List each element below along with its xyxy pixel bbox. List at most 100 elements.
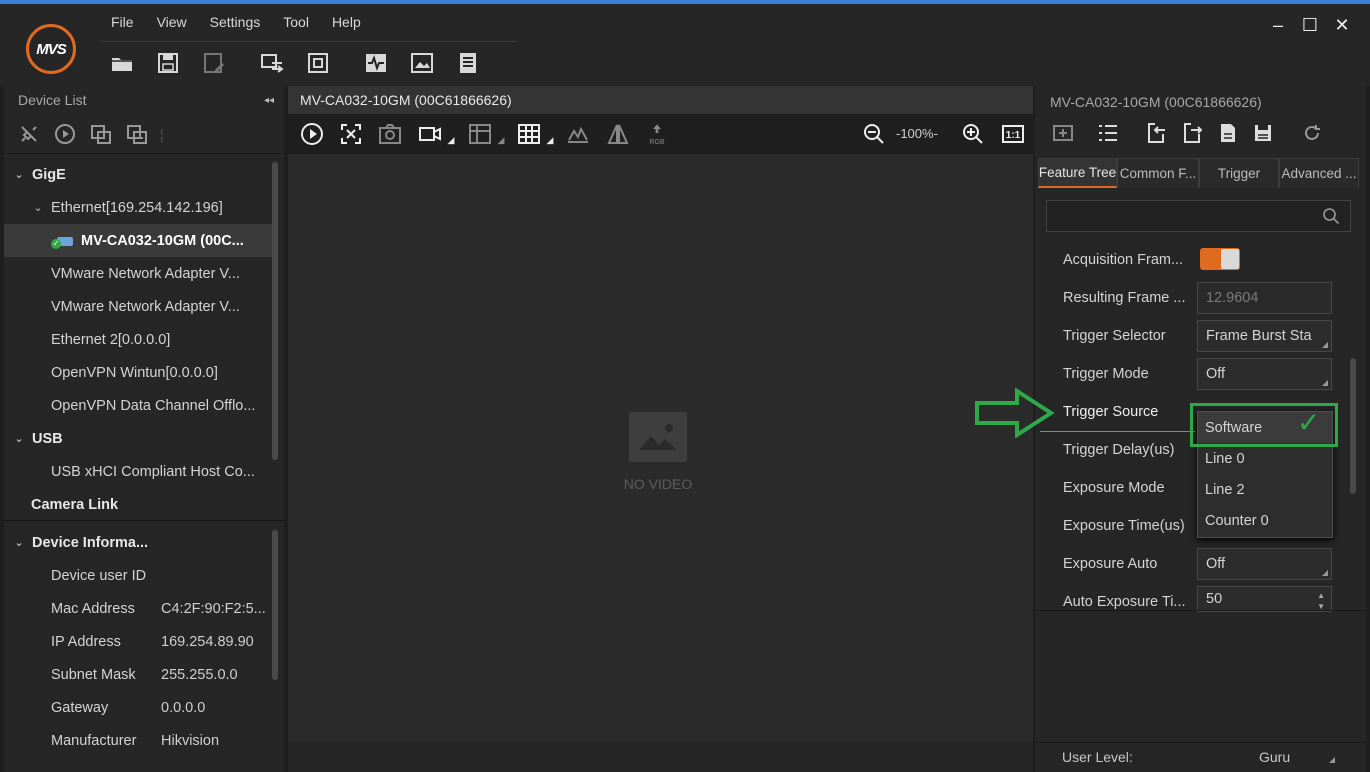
- camera-connected-icon: ✓: [51, 234, 75, 249]
- option-counter-0[interactable]: Counter 0: [1198, 505, 1332, 536]
- zoom-in-icon[interactable]: [959, 120, 987, 148]
- trigger-mode-select[interactable]: Off: [1197, 358, 1332, 390]
- exposure-auto-select[interactable]: Off: [1197, 548, 1332, 580]
- open-folder-icon[interactable]: [108, 50, 136, 76]
- camera-add-icon[interactable]: [1050, 120, 1076, 146]
- image-edit-icon[interactable]: [408, 50, 436, 76]
- option-line-0[interactable]: Line 0: [1198, 443, 1332, 474]
- window-icon[interactable]: [304, 50, 332, 76]
- list-view-icon[interactable]: [1095, 120, 1121, 146]
- tab-common-features[interactable]: Common F...: [1117, 158, 1199, 188]
- image-view-tab[interactable]: MV-CA032-10GM (00C61866626): [288, 86, 1033, 114]
- tree-item-usb-xhci[interactable]: USB xHCI Compliant Host Co...: [4, 455, 272, 488]
- grid-split-dropdown-icon[interactable]: ◢: [496, 120, 506, 148]
- feature-tabs: Feature Tree Common F... Trigger Advance…: [1038, 158, 1359, 188]
- tree-category-camera-link[interactable]: Camera Link: [4, 488, 272, 521]
- menu-settings[interactable]: Settings: [203, 14, 277, 34]
- save-as-icon[interactable]: [200, 50, 228, 76]
- user-level-bar: User Level: Guru: [1035, 742, 1366, 772]
- chevron-down-icon[interactable]: ⌄: [12, 432, 26, 445]
- image-view-panel: MV-CA032-10GM (00C61866626) ◢ ◢ ◢ RGB -1…: [288, 86, 1033, 772]
- feature-label-trigger-source: Trigger Source: [1063, 404, 1159, 420]
- record-video-icon[interactable]: [416, 120, 444, 148]
- export-icon[interactable]: [1179, 120, 1205, 146]
- switch-view-icon[interactable]: [258, 50, 286, 76]
- maximize-button[interactable]: ☐: [1294, 14, 1326, 36]
- multi-window-2-icon[interactable]: [124, 122, 150, 146]
- tree-item-ethernet[interactable]: ⌄ Ethernet[169.254.142.196]: [4, 191, 272, 224]
- user-level-dropdown-icon[interactable]: [1329, 757, 1335, 763]
- device-list-header: Device List ◂◂: [4, 86, 284, 114]
- feature-search-input[interactable]: [1046, 200, 1351, 232]
- acquisition-frame-toggle[interactable]: [1200, 248, 1240, 270]
- play-icon[interactable]: [298, 120, 326, 148]
- tree-category-usb[interactable]: ⌄ USB: [4, 422, 272, 455]
- feature-label-exposure-mode: Exposure Mode: [1063, 480, 1165, 496]
- document-icon[interactable]: [1215, 120, 1241, 146]
- spin-arrows-icon[interactable]: ▲ ▼: [1317, 590, 1325, 611]
- checkmark-icon: ✓: [1297, 407, 1321, 438]
- device-info-header[interactable]: ⌄ Device Informa...: [4, 526, 272, 559]
- feature-scrollbar[interactable]: [1350, 358, 1356, 494]
- menu-tool[interactable]: Tool: [276, 14, 325, 34]
- disconnect-icon[interactable]: [16, 122, 42, 146]
- grid-overlay-dropdown-icon[interactable]: ◢: [545, 120, 555, 148]
- user-level-select[interactable]: Guru: [1259, 749, 1290, 765]
- info-row-manufacturer: Manufacturer Hikvision: [51, 732, 220, 749]
- menu-file[interactable]: File: [104, 14, 150, 34]
- feature-panel: MV-CA032-10GM (00C61866626) Feature Tree…: [1035, 86, 1366, 772]
- fit-screen-icon[interactable]: [337, 120, 365, 148]
- image-placeholder-icon: [629, 412, 687, 462]
- feature-divider: [1035, 610, 1366, 611]
- snapshot-camera-icon[interactable]: [376, 120, 404, 148]
- tree-item-vmware-1[interactable]: VMware Network Adapter V...: [4, 257, 272, 290]
- zoom-level: -100%-: [896, 126, 938, 141]
- import-icon[interactable]: [1143, 120, 1169, 146]
- info-row-gateway: Gateway 0.0.0.0: [51, 699, 206, 716]
- tree-category-gige[interactable]: ⌄ GigE: [4, 158, 272, 191]
- notes-icon[interactable]: [454, 50, 482, 76]
- tree-item-openvpn-wintun[interactable]: OpenVPN Wintun[0.0.0.0]: [4, 356, 272, 389]
- save-params-icon[interactable]: [1250, 120, 1276, 146]
- close-button[interactable]: ✕: [1326, 14, 1358, 36]
- feature-label-resulting-frame: Resulting Frame ...: [1063, 290, 1186, 306]
- actual-size-icon[interactable]: 1:1: [999, 120, 1027, 148]
- menu-bar: File View Settings Tool Help: [104, 14, 377, 34]
- tree-item-ethernet-2[interactable]: Ethernet 2[0.0.0.0]: [4, 323, 272, 356]
- device-list-title: Device List: [18, 92, 87, 108]
- tab-advanced[interactable]: Advanced ...: [1279, 158, 1359, 188]
- zoom-out-icon[interactable]: [860, 120, 888, 148]
- save-icon[interactable]: [154, 50, 182, 76]
- info-row-subnet: Subnet Mask 255.255.0.0: [51, 666, 238, 683]
- histogram-icon[interactable]: [564, 120, 592, 148]
- multi-window-icon[interactable]: [88, 122, 114, 146]
- waveform-icon[interactable]: [362, 50, 390, 76]
- tab-trigger[interactable]: Trigger: [1199, 158, 1279, 188]
- chevron-down-icon[interactable]: ⌄: [31, 201, 45, 214]
- menu-help[interactable]: Help: [325, 14, 377, 34]
- record-dropdown-icon[interactable]: ◢: [446, 120, 456, 148]
- start-acquisition-icon[interactable]: [52, 122, 78, 146]
- option-line-2[interactable]: Line 2: [1198, 474, 1332, 505]
- device-info-scrollbar[interactable]: [272, 530, 278, 680]
- refresh-icon[interactable]: [1299, 120, 1325, 146]
- minimize-button[interactable]: –: [1262, 14, 1294, 36]
- collapse-panel-icon[interactable]: ◂◂: [264, 95, 274, 106]
- tree-item-camera[interactable]: ✓ MV-CA032-10GM (00C...: [4, 224, 272, 257]
- rgb-upload-icon[interactable]: RGB: [643, 120, 671, 148]
- grid-split-icon[interactable]: [466, 120, 494, 148]
- chevron-down-icon[interactable]: ⌄: [12, 168, 26, 181]
- menu-view[interactable]: View: [150, 14, 203, 34]
- no-video-label: NO VIDEO: [623, 476, 693, 492]
- chevron-down-icon[interactable]: ⌄: [12, 536, 26, 549]
- trigger-selector-select[interactable]: Frame Burst Sta: [1197, 320, 1332, 352]
- device-tree-scrollbar[interactable]: [272, 162, 278, 460]
- tree-item-vmware-2[interactable]: VMware Network Adapter V...: [4, 290, 272, 323]
- auto-exposure-time-spinbox[interactable]: 50 ▲ ▼: [1197, 586, 1332, 612]
- tree-item-openvpn-dco[interactable]: OpenVPN Data Channel Offlo...: [4, 389, 272, 422]
- grid-overlay-icon[interactable]: [515, 120, 543, 148]
- feature-label-trigger-delay: Trigger Delay(us): [1063, 442, 1175, 458]
- mirror-icon[interactable]: [604, 120, 632, 148]
- tab-feature-tree[interactable]: Feature Tree: [1038, 158, 1117, 188]
- annotation-arrow-icon: [975, 388, 1055, 438]
